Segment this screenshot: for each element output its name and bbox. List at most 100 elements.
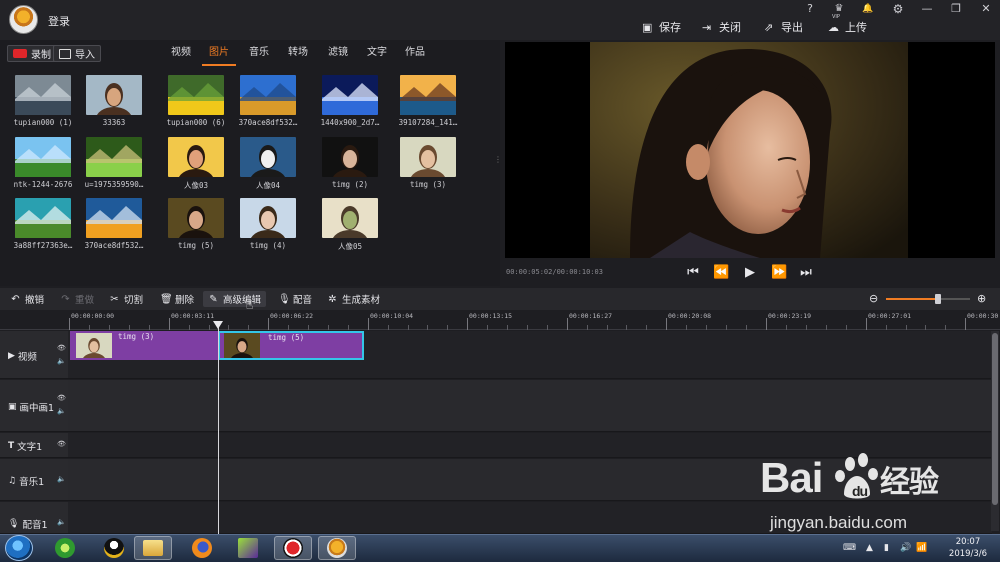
library-item[interactable]: 1440x900_2d7…: [313, 75, 387, 131]
zoom-in-icon[interactable]: ⊕: [977, 292, 986, 305]
step-back-icon[interactable]: ⏪: [713, 266, 729, 280]
taskbar-editor-app[interactable]: [318, 536, 356, 560]
play-icon[interactable]: ▶: [743, 266, 757, 280]
trash-icon: 🗑: [160, 293, 173, 305]
timeline-clip-selected[interactable]: timg (5): [218, 331, 364, 368]
track-lane-pip[interactable]: [68, 380, 992, 432]
taskbar-clock[interactable]: 20:07 2019/3/6: [942, 536, 994, 560]
library-item[interactable]: timg (5): [159, 198, 233, 254]
speaker-icon[interactable]: 🔈: [57, 518, 66, 526]
playhead[interactable]: [218, 321, 219, 536]
restore-icon[interactable]: ❐: [945, 2, 967, 16]
ruler-minor-tick: [89, 325, 90, 330]
library-item[interactable]: 人像03: [159, 137, 233, 193]
tab-image[interactable]: 图片: [202, 46, 236, 66]
watermark-url: jingyan.baidu.com: [770, 513, 908, 532]
library-caption: tupian000 (6): [166, 118, 226, 127]
library-item[interactable]: ntk-1244-2676: [6, 137, 80, 193]
volume-icon[interactable]: 🔊: [900, 543, 911, 553]
close-window-icon[interactable]: ✕: [975, 2, 997, 16]
speaker-icon[interactable]: 🔈: [57, 407, 66, 415]
taskbar-firefox-app[interactable]: [183, 536, 221, 560]
library-item[interactable]: 33363: [77, 75, 151, 131]
import-button[interactable]: 导入: [53, 45, 101, 62]
ruler-minor-tick: [507, 325, 508, 330]
library-item[interactable]: tupian000 (6): [159, 75, 233, 131]
undo-button[interactable]: ↶ 撤销: [10, 292, 44, 307]
taskbar-media-app[interactable]: [229, 536, 267, 560]
bell-icon[interactable]: 🔔: [857, 2, 879, 16]
help-icon[interactable]: ?: [799, 2, 821, 16]
usb-icon[interactable]: ▮: [884, 543, 889, 553]
zoom-out-icon[interactable]: ⊖: [869, 292, 878, 305]
redo-button[interactable]: ↷ 重做: [60, 292, 94, 307]
eye-icon[interactable]: 👁: [57, 440, 66, 448]
library-item[interactable]: u=1975359590…: [77, 137, 151, 193]
timeline-clip[interactable]: timg (3): [70, 331, 218, 368]
tray-expand-icon[interactable]: ▲: [866, 543, 873, 553]
step-forward-icon[interactable]: ⏩: [771, 266, 787, 280]
eye-icon[interactable]: 👁: [57, 344, 66, 352]
app-logo-icon[interactable]: [9, 5, 38, 34]
eye-icon[interactable]: 👁: [57, 394, 66, 402]
dub-button[interactable]: 🎙 配音: [278, 292, 313, 307]
library-item[interactable]: 370ace8df532…: [77, 198, 151, 254]
ruler-minor-tick: [228, 325, 229, 330]
library-caption: 1440x900_2d7…: [320, 118, 380, 127]
skip-start-icon[interactable]: ⏮: [686, 266, 700, 280]
save-button[interactable]: ▣ 保存: [642, 19, 681, 35]
taskbar-explorer-app[interactable]: [134, 536, 172, 560]
close-project-button[interactable]: ⇥ 关闭: [702, 19, 741, 35]
zoom-slider-handle[interactable]: [935, 294, 941, 304]
minimize-icon[interactable]: —: [916, 2, 938, 16]
tab-filter[interactable]: 滤镜: [321, 46, 355, 66]
library-item[interactable]: 3a88ff27363e…: [6, 198, 80, 254]
ruler-tick-label: 00:00:03:11: [171, 312, 215, 320]
taskbar-qq-app[interactable]: [95, 536, 133, 560]
cut-button[interactable]: ✂ 切割: [109, 292, 143, 307]
library-caption: 370ace8df532…: [84, 241, 144, 250]
delete-button[interactable]: 🗑 删除: [160, 292, 194, 307]
library-item[interactable]: timg (3): [391, 137, 465, 193]
tab-video[interactable]: 视频: [164, 46, 198, 66]
taskbar-recorder-app[interactable]: [274, 536, 312, 560]
undo-icon: ↶: [11, 293, 20, 305]
speaker-icon[interactable]: 🔈: [57, 475, 66, 483]
tab-music[interactable]: 音乐: [242, 46, 276, 66]
skip-end-icon[interactable]: ⏭: [799, 266, 813, 280]
record-button[interactable]: 录制: [7, 45, 57, 62]
advanced-edit-button[interactable]: ✎ 高级编辑: [203, 291, 267, 307]
library-item[interactable]: 人像04: [231, 137, 305, 193]
library-item[interactable]: timg (2): [313, 137, 387, 193]
library-item[interactable]: 人像05: [313, 198, 387, 254]
start-button-icon[interactable]: [5, 535, 33, 561]
tab-works[interactable]: 作品: [398, 46, 432, 66]
library-thumbnail: [168, 198, 224, 238]
redo-icon: ↷: [61, 293, 70, 305]
zoom-slider-fill: [886, 298, 938, 300]
keyboard-icon[interactable]: ⌨: [843, 543, 856, 553]
network-icon[interactable]: 📶: [916, 543, 927, 553]
export-button[interactable]: ⇗ 导出: [764, 19, 803, 35]
generate-clip-button[interactable]: ✲ 生成素材: [327, 292, 380, 307]
media-player-icon: [238, 538, 258, 558]
tab-text[interactable]: 文字: [360, 46, 394, 66]
login-link[interactable]: 登录: [48, 13, 70, 29]
tab-transition[interactable]: 转场: [281, 46, 315, 66]
ruler-tick: [567, 318, 568, 330]
speaker-icon[interactable]: 🔈: [57, 357, 66, 365]
library-item[interactable]: timg (4): [231, 198, 305, 254]
import-icon: [59, 48, 71, 59]
taskbar-browser-app[interactable]: [46, 536, 84, 560]
panel-resize-handle[interactable]: ⋮: [494, 155, 502, 164]
dub-label: 配音: [293, 295, 313, 306]
playhead-handle[interactable]: [213, 321, 223, 329]
library-item[interactable]: tupian000 (1): [6, 75, 80, 131]
ruler-tick: [666, 318, 667, 330]
upload-button[interactable]: ☁ 上传: [828, 19, 867, 35]
library-item[interactable]: 370ace8df532…: [231, 75, 305, 131]
library-item[interactable]: 39107284_141…: [391, 75, 465, 131]
gear-icon[interactable]: ⚙: [887, 2, 909, 16]
timeline-scrollbar-thumb[interactable]: [992, 333, 998, 505]
ruler-minor-tick: [109, 325, 110, 330]
